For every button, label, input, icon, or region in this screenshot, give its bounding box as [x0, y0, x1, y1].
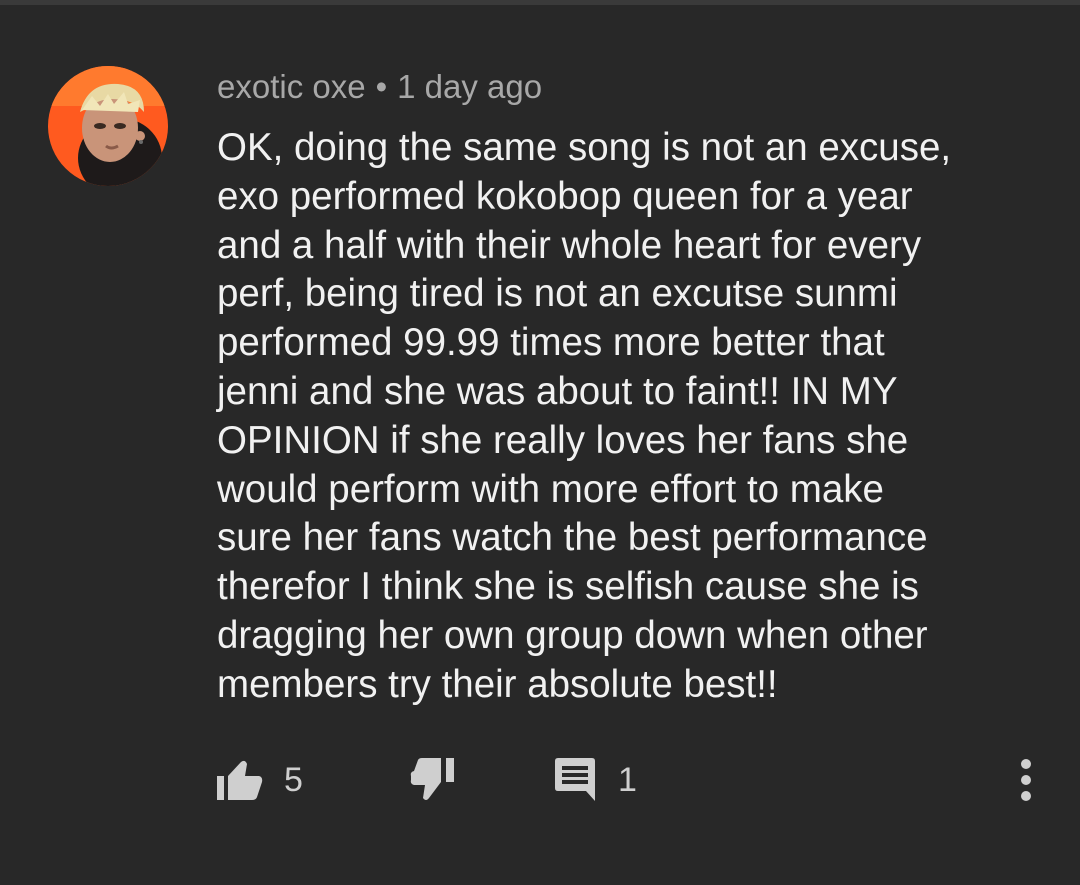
comment-actions: 5 1 [0, 750, 1080, 810]
comment-timestamp[interactable]: 1 day ago [397, 68, 542, 105]
comment-text-line: therefor I think she is selfish cause sh… [217, 565, 919, 609]
reply-count: 1 [618, 760, 637, 799]
like-count: 5 [284, 760, 303, 799]
comment-text-line: dragging her own group down when other [217, 613, 928, 657]
comment-meta: exotic oxe • 1 day ago [217, 64, 542, 110]
thumbs-up-icon [217, 760, 263, 800]
more-vertical-icon [1021, 759, 1031, 801]
comment-text-line: members try their absolute best!! [217, 662, 778, 706]
comment-text-line: perf, being tired is not an excutse sunm… [217, 272, 898, 316]
comment-text-line: sure her fans watch the best performance [217, 516, 928, 560]
thumbs-down-icon [410, 758, 454, 800]
comment-text-line: would perform with more effort to make [217, 467, 884, 511]
comment-text-line: OK, doing the same song is not an excuse… [217, 126, 952, 169]
author-name[interactable]: exotic oxe [217, 68, 366, 105]
like-button[interactable]: 5 [214, 750, 303, 810]
dislike-button[interactable] [410, 750, 456, 810]
comment-text: OK, doing the same song is not an excuse… [217, 124, 1017, 710]
comment-text-line: jenni and she was about to faint!! IN MY [217, 369, 898, 413]
reply-icon [555, 758, 595, 801]
more-options-button[interactable] [1008, 750, 1044, 810]
user-avatar-icon [48, 66, 168, 186]
comment-text-line: OPINION if she really loves her fans she [217, 418, 909, 462]
reply-button[interactable]: 1 [552, 750, 637, 810]
author-avatar[interactable] [48, 66, 168, 186]
meta-separator: • [375, 68, 388, 105]
comment-text-line: exo performed kokobop queen for a year [217, 174, 913, 218]
comment-text-line: performed 99.99 times more better that [217, 321, 885, 365]
comment-item: exotic oxe • 1 day ago OK, doing the same … [0, 0, 1080, 885]
comment-text-line: and a half with their whole heart for ev… [217, 223, 922, 267]
